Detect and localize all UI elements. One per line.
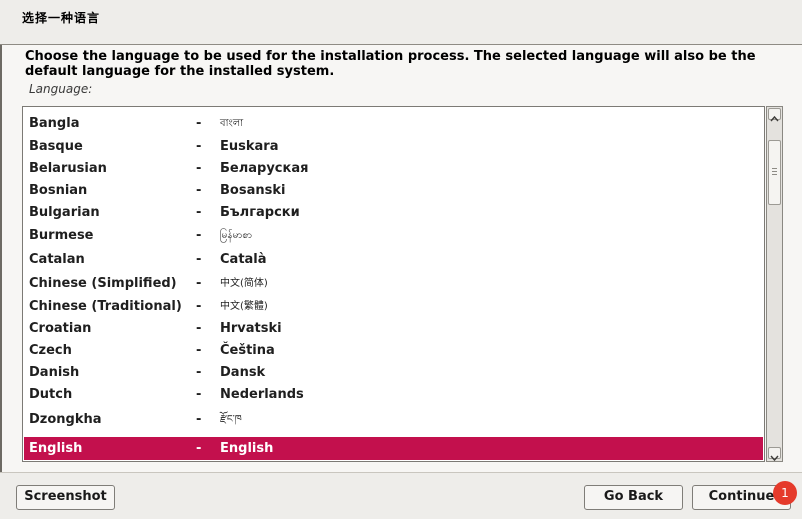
- chevron-up-icon: [770, 115, 779, 122]
- separator-dash: -: [196, 139, 202, 154]
- separator-dash: -: [196, 116, 202, 131]
- screenshot-button[interactable]: Screenshot: [16, 485, 115, 510]
- language-name: Chinese (Traditional): [29, 299, 182, 314]
- list-item-bosnian[interactable]: Bosnian - Bosanski: [24, 180, 763, 202]
- list-item-bangla[interactable]: Bangla - বাংলা: [24, 113, 763, 135]
- language-name: Danish: [29, 365, 80, 380]
- separator-dash: -: [196, 161, 202, 176]
- list-item-bulgarian[interactable]: Bulgarian - Български: [24, 202, 763, 224]
- language-native-name: Беларуская: [220, 161, 309, 176]
- list-item-croatian[interactable]: Croatian - Hrvatski: [24, 318, 763, 340]
- language-name: Burmese: [29, 228, 94, 243]
- language-native-name: Български: [220, 205, 300, 220]
- language-native-name: Català: [220, 252, 267, 267]
- language-name: Bangla: [29, 116, 80, 131]
- separator-dash: -: [196, 252, 202, 267]
- language-name: Chinese (Simplified): [29, 276, 177, 291]
- title-bar: 选择一种语言: [0, 0, 802, 34]
- language-name: Bosnian: [29, 183, 88, 198]
- main-panel: Choose the language to be used for the i…: [0, 44, 802, 473]
- language-native-name: Bosanski: [220, 183, 286, 198]
- language-native-name: မြန်မာစာ: [220, 230, 253, 241]
- list-item-dutch[interactable]: Dutch - Nederlands: [24, 384, 763, 406]
- list-item-chinese-traditional[interactable]: Chinese (Traditional) - 中文(繁體): [24, 295, 763, 318]
- language-name: Dzongkha: [29, 412, 102, 427]
- list-item-english[interactable]: English - English: [24, 437, 763, 460]
- scroll-thumb[interactable]: [768, 140, 781, 205]
- language-native-name: Nederlands: [220, 387, 304, 402]
- separator-dash: -: [196, 412, 202, 427]
- thumb-grip-line: [772, 171, 777, 172]
- separator-dash: -: [196, 365, 202, 380]
- language-name: Bulgarian: [29, 205, 100, 220]
- language-name: Catalan: [29, 252, 85, 267]
- separator-dash: -: [196, 387, 202, 402]
- language-native-name: Čeština: [220, 343, 275, 358]
- language-name: Croatian: [29, 321, 92, 336]
- scroll-down-button[interactable]: [768, 447, 781, 462]
- thumb-grip-line: [772, 174, 777, 175]
- notification-badge: 1: [773, 481, 797, 505]
- list-item-belarusian[interactable]: Belarusian - Беларуская: [24, 158, 763, 180]
- separator-dash: -: [196, 441, 202, 456]
- list-item-danish[interactable]: Danish - Dansk: [24, 362, 763, 384]
- language-name: English: [29, 441, 83, 456]
- window-title: 选择一种语言: [22, 11, 101, 25]
- language-native-name: Hrvatski: [220, 321, 282, 336]
- list-item-basque[interactable]: Basque - Euskara: [24, 136, 763, 158]
- scroll-up-button[interactable]: [768, 108, 781, 122]
- list-item-dzongkha[interactable]: Dzongkha - རྫོང་ཁ: [24, 406, 763, 434]
- separator-dash: -: [196, 343, 202, 358]
- list-item-catalan[interactable]: Catalan - Català: [24, 249, 763, 271]
- language-native-name: Dansk: [220, 365, 266, 380]
- language-name: Basque: [29, 139, 83, 154]
- language-name: Czech: [29, 343, 72, 358]
- language-name: Belarusian: [29, 161, 107, 176]
- language-native-name: বাংলা: [220, 118, 244, 129]
- thumb-grip-line: [772, 168, 777, 169]
- language-name: Dutch: [29, 387, 73, 402]
- language-native-name: 中文(繁體): [220, 301, 268, 312]
- language-native-name: English: [220, 441, 274, 456]
- panel-left-edge: [0, 45, 2, 472]
- language-list[interactable]: Bangla - বাংলা Basque - Euskara Belarusi…: [22, 106, 765, 462]
- separator-dash: -: [196, 321, 202, 336]
- separator-dash: -: [196, 183, 202, 198]
- language-list-label: Language:: [29, 82, 93, 96]
- go-back-button[interactable]: Go Back: [584, 485, 683, 510]
- instruction-text: Choose the language to be used for the i…: [25, 49, 756, 79]
- language-list-scrollbar[interactable]: [766, 106, 783, 462]
- list-item-czech[interactable]: Czech - Čeština: [24, 340, 763, 362]
- language-native-name: རྫོང་ཁ: [220, 414, 242, 425]
- separator-dash: -: [196, 205, 202, 220]
- separator-dash: -: [196, 228, 202, 243]
- language-native-name: 中文(简体): [220, 278, 268, 289]
- separator-dash: -: [196, 276, 202, 291]
- separator-dash: -: [196, 299, 202, 314]
- list-item-chinese-simplified[interactable]: Chinese (Simplified) - 中文(简体): [24, 272, 763, 295]
- list-item-burmese[interactable]: Burmese - မြန်မာစာ: [24, 224, 763, 248]
- chevron-down-icon: [770, 455, 779, 462]
- language-native-name: Euskara: [220, 139, 279, 154]
